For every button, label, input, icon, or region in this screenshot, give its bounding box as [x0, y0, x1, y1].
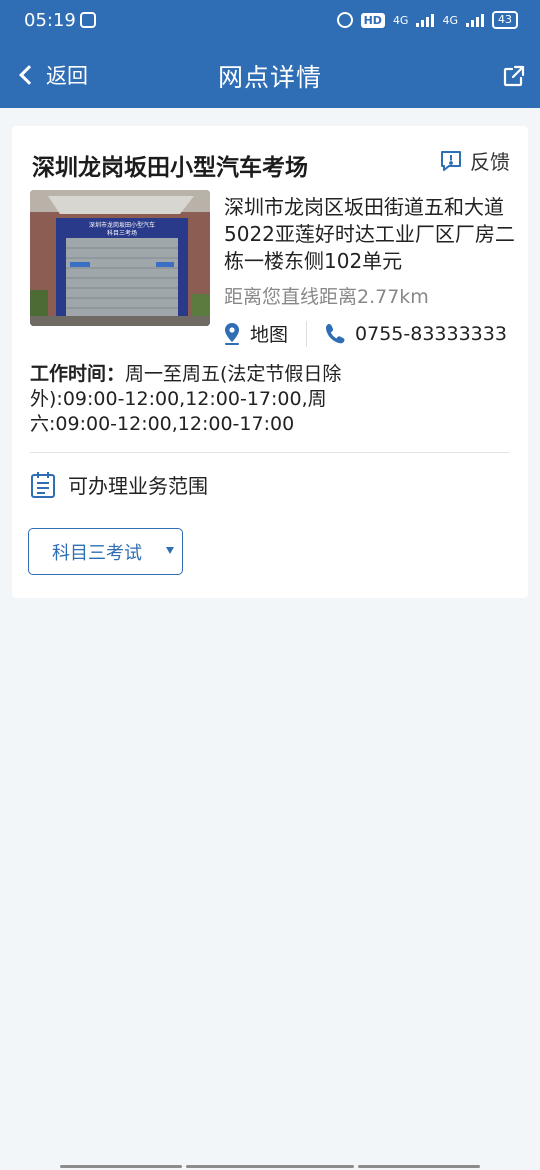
nav-bar: 返回 网点详情 — [0, 42, 540, 108]
top-bar: 05:19 HD 4G 4G 43 返回 网点详情 — [0, 0, 540, 108]
status-time: 05:19 — [24, 10, 76, 31]
working-hours: 工作时间：周一至周五(法定节假日除外):09:00-12:00,12:00-17… — [30, 362, 390, 437]
photo-sign-line2: 科目三考场 — [107, 229, 137, 237]
business-scope-label: 可办理业务范围 — [68, 474, 208, 498]
location-pin-icon — [225, 322, 239, 345]
phone-button[interactable]: 0755-83333333 — [325, 323, 507, 345]
home-indicator-right — [358, 1165, 480, 1168]
status-icons: HD 4G 4G 43 — [336, 11, 518, 29]
phone-icon — [326, 323, 345, 343]
business-type-select[interactable]: 科目三考试 — [28, 528, 183, 575]
page-title: 网点详情 — [217, 63, 322, 92]
calendar-icon — [31, 471, 55, 498]
business-scope-header: 可办理业务范围 — [30, 470, 208, 499]
action-divider — [306, 320, 308, 347]
network-label-1: 4G — [392, 13, 409, 27]
site-name: 深圳龙岗坂田小型汽车考场 — [32, 155, 308, 181]
status-bar: 05:19 HD 4G 4G 43 — [0, 0, 540, 42]
home-indicator-center — [186, 1165, 354, 1168]
map-button[interactable]: 地图 — [222, 320, 288, 347]
site-address: 深圳市龙岗区坂田街道五和大道5022亚莲好时达工业厂区厂房二栋一楼东侧102单元 — [224, 195, 515, 273]
share-external-icon[interactable] — [502, 64, 526, 88]
site-photo[interactable]: 深圳市龙岗坂田小型汽车 科目三考场 — [30, 190, 210, 326]
feedback-button[interactable]: 反馈 — [440, 146, 510, 175]
alarm-icon — [336, 12, 353, 28]
feedback-label: 反馈 — [470, 150, 510, 174]
signal-icon-2 — [466, 13, 484, 27]
feedback-icon — [441, 150, 461, 171]
hd-badge: HD — [360, 12, 385, 28]
map-label: 地图 — [250, 324, 289, 346]
photo-sign-line1: 深圳市龙岗坂田小型汽车 — [89, 221, 155, 229]
notification-icon — [80, 12, 96, 28]
site-distance: 距离您直线距离2.77km — [224, 286, 429, 308]
signal-icon — [416, 13, 435, 27]
battery-icon: 43 — [492, 11, 518, 29]
phone-number: 0755-83333333 — [355, 322, 507, 345]
home-indicator-left — [60, 1165, 182, 1168]
site-actions: 地图 0755-83333333 — [222, 320, 507, 347]
network-label-2: 4G — [442, 13, 458, 27]
business-type-value: 科目三考试 — [52, 542, 142, 564]
dropdown-arrow-icon — [166, 547, 174, 554]
site-detail-card: 深圳龙岗坂田小型汽车考场 反馈 深圳市龙岗坂田小型汽车 科目三考场 深圳市龙岗区… — [12, 126, 528, 598]
section-divider — [30, 452, 510, 453]
working-hours-label: 工作时间： — [30, 363, 126, 385]
